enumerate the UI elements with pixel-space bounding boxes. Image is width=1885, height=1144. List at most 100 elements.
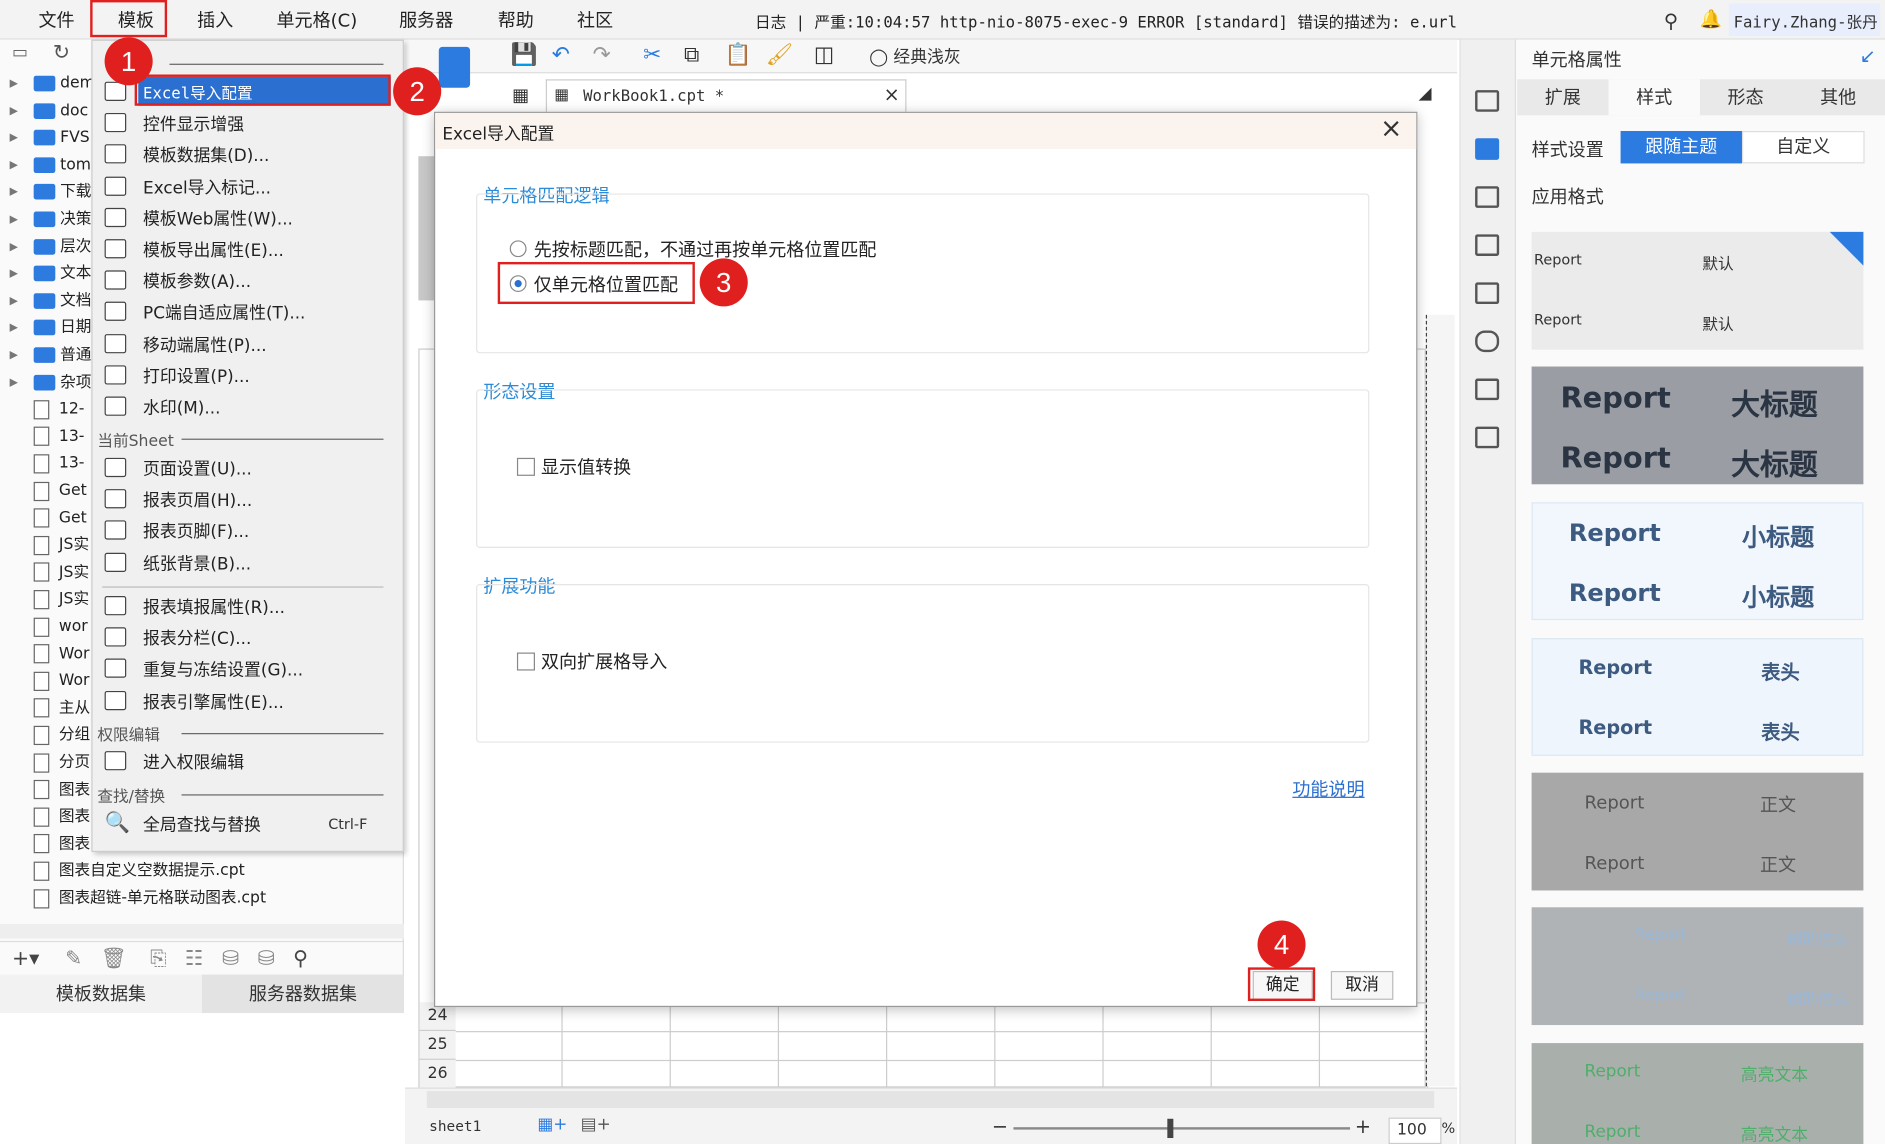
tab-expand[interactable]: 扩展	[1517, 79, 1608, 115]
expand-arrow-icon[interactable]: ▶	[10, 78, 18, 90]
menu-insert[interactable]: 插入	[197, 7, 233, 32]
zoom-in-icon[interactable]: +	[1355, 1115, 1371, 1138]
theme-button[interactable]: ◯ 经典浅灰	[869, 44, 961, 68]
follow-theme-button[interactable]: 跟随主题	[1620, 130, 1742, 164]
new-folder-icon[interactable]: ▭	[12, 43, 28, 62]
search-dataset-icon[interactable]: ⚲	[293, 947, 308, 971]
tree-file[interactable]: JS实	[33, 560, 89, 586]
expand-arrow-icon[interactable]: ▶	[10, 187, 18, 199]
format-brush-icon[interactable]: 🖌	[766, 42, 793, 67]
user-name[interactable]: Fairy.Zhang-张丹	[1728, 3, 1881, 37]
style-card-body[interactable]: Report 正文 Report 正文	[1531, 772, 1864, 891]
edit-icon[interactable]: ✎	[65, 947, 82, 971]
menu-item[interactable]: PC端自适应属性(T)...	[143, 301, 305, 325]
preview-icon[interactable]: ⎘	[150, 947, 166, 971]
tree-file[interactable]: 图表超链-单元格联动图表.cpt	[33, 886, 266, 912]
tab-other[interactable]: 其他	[1791, 79, 1885, 115]
expand-arrow-icon[interactable]: ▶	[10, 268, 18, 280]
zoom-slider[interactable]	[1013, 1127, 1351, 1130]
tree-file[interactable]: 图表	[33, 777, 90, 803]
expand-arrow-icon[interactable]: ▶	[10, 105, 18, 117]
tree-folder[interactable]: 下载	[33, 180, 91, 206]
expand-arrow-icon[interactable]: ▶	[10, 377, 18, 389]
tab-style[interactable]: 样式	[1608, 79, 1700, 116]
expand-arrow-icon[interactable]: ▶	[10, 241, 18, 253]
tree-file[interactable]: 主从	[33, 696, 90, 722]
grid-icon[interactable]: ▦	[512, 84, 529, 106]
menu-help[interactable]: 帮助	[498, 7, 534, 32]
tree-file[interactable]: 13-	[33, 424, 84, 450]
custom-button[interactable]: 自定义	[1741, 130, 1865, 164]
style-card-highlight[interactable]: Report 高亮文本 Report 高亮文本	[1531, 1043, 1864, 1144]
tree-folder[interactable]: 杂项	[33, 370, 91, 396]
bell-icon[interactable]: 🔔	[1700, 8, 1722, 30]
add-icon[interactable]: +▾	[12, 947, 39, 971]
refresh-icon[interactable]: ↻	[53, 41, 70, 65]
dataset-icon[interactable]: ☷	[185, 947, 203, 971]
import-icon[interactable]	[1475, 426, 1500, 449]
tree-file[interactable]: 13-	[33, 451, 84, 477]
tab-server-dataset[interactable]: 服务器数据集	[201, 974, 404, 1014]
delete-icon[interactable]: 🗑	[101, 947, 127, 971]
style-card-default[interactable]: Report 默认 Report 默认	[1531, 231, 1864, 350]
collapse-icon[interactable]: ↙	[1860, 44, 1876, 67]
tree-folder[interactable]: 文本	[33, 261, 91, 287]
tree-file[interactable]: JS实	[33, 533, 89, 559]
tree-folder[interactable]: 文档	[33, 288, 91, 314]
tree-icon[interactable]	[1475, 378, 1500, 401]
menu-item[interactable]: Excel导入标记...	[143, 175, 271, 199]
menu-item[interactable]: 重复与冻结设置(G)...	[143, 658, 303, 682]
menu-community[interactable]: 社区	[577, 7, 613, 32]
tree-scrollbar[interactable]	[0, 924, 404, 939]
menu-item[interactable]: 模板导出属性(E)...	[143, 238, 284, 262]
menu-file[interactable]: 文件	[38, 7, 74, 32]
db2-icon[interactable]: ⛁	[257, 947, 274, 971]
redo-icon[interactable]: ↷	[593, 42, 611, 67]
menu-item[interactable]: 控件显示增强	[143, 112, 244, 136]
menu-item-permission[interactable]: 进入权限编辑	[143, 750, 244, 774]
checkbox-bidirectional[interactable]	[516, 652, 535, 671]
db-icon[interactable]: ⛁	[222, 947, 239, 971]
menu-item[interactable]: 模板Web属性(W)...	[143, 206, 293, 230]
add-sheet-icon[interactable]: ▦+	[537, 1115, 567, 1134]
tab-template-dataset[interactable]: 模板数据集	[0, 974, 202, 1014]
row-header[interactable]: 25	[419, 1031, 456, 1060]
radio-title-match[interactable]	[509, 240, 527, 258]
hyperlink-icon[interactable]	[1475, 330, 1500, 353]
horizontal-scrollbar[interactable]	[426, 1091, 1435, 1108]
vertical-scrollbar[interactable]	[1425, 314, 1455, 1087]
radio-title-match-label[interactable]: 先按标题匹配，不通过再按单元格位置匹配	[534, 237, 877, 262]
tree-file[interactable]: Wor	[33, 641, 89, 667]
zoom-thumb[interactable]	[1167, 1118, 1174, 1139]
expand-arrow-icon[interactable]: ▶	[10, 132, 18, 144]
tree-folder[interactable]: 日期	[33, 315, 91, 341]
zoom-out-icon[interactable]: −	[992, 1115, 1008, 1138]
style-card-aux[interactable]: Report 辅助信息 Report 辅助信息	[1531, 907, 1864, 1026]
menu-item[interactable]: 报表分栏(C)...	[143, 626, 251, 650]
menu-item-find-replace[interactable]: 全局查找与替换	[143, 812, 261, 836]
expand-arrow-icon[interactable]: ▶	[10, 160, 18, 172]
menu-item[interactable]: 模板参数(A)...	[143, 269, 251, 293]
tree-file[interactable]: Get	[33, 505, 87, 531]
save-icon[interactable]: 💾	[511, 42, 538, 67]
menu-item[interactable]: 纸张背景(B)...	[143, 551, 251, 575]
menu-item[interactable]: 报表页眉(H)...	[143, 488, 252, 512]
undo-icon[interactable]: ↶	[552, 42, 570, 67]
add-report-icon[interactable]: ▤+	[581, 1115, 611, 1134]
row-header[interactable]: 26	[419, 1059, 456, 1089]
tree-file[interactable]: Get	[33, 478, 87, 504]
copy-icon[interactable]: ⧉	[684, 42, 699, 67]
expand-arrow-icon[interactable]: ▶	[10, 323, 18, 335]
log-message[interactable]: 日志 | 严重:10:04:57 http-nio-8075-exec-9 ER…	[755, 10, 1457, 32]
cancel-button[interactable]: 取消	[1330, 970, 1394, 1000]
tree-folder[interactable]: 普通	[33, 342, 91, 368]
paste-icon[interactable]: 📋	[725, 42, 752, 67]
style-card-big-title[interactable]: Report 大标题 Report 大标题	[1531, 366, 1864, 485]
menu-item[interactable]: 水印(M)...	[143, 395, 220, 419]
menu-server[interactable]: 服务器	[399, 7, 453, 32]
tree-file[interactable]: wor	[33, 614, 88, 640]
tree-file[interactable]: 分组	[33, 723, 90, 749]
checkbox-display-value[interactable]	[516, 457, 535, 476]
style-card-subtitle[interactable]: Report 小标题 Report 小标题	[1531, 502, 1864, 621]
style-card-header[interactable]: Report 表头 Report 表头	[1531, 638, 1864, 756]
